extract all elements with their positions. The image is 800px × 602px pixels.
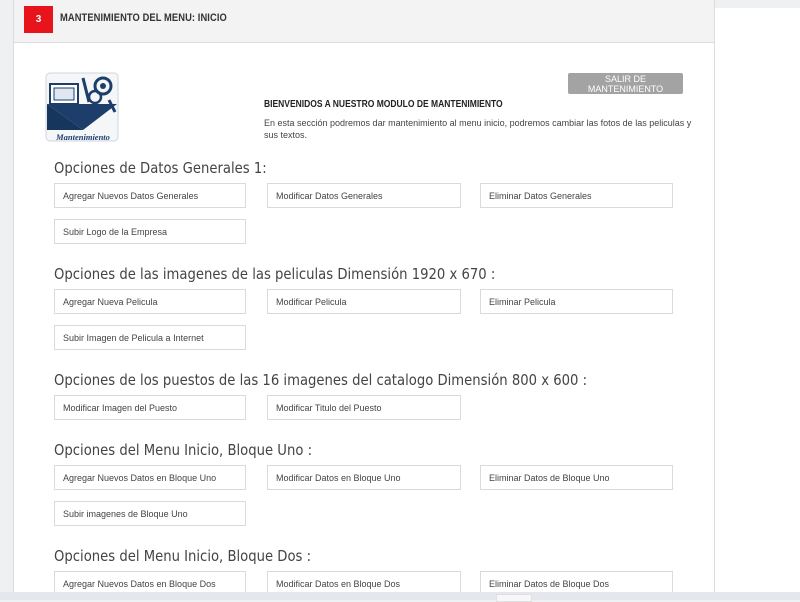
add-block-one-data-button[interactable]: Agregar Nuevos Datos en Bloque Uno	[54, 465, 246, 490]
add-general-data-button[interactable]: Agregar Nuevos Datos Generales	[54, 183, 246, 208]
upload-block-one-images-button[interactable]: Subir imagenes de Bloque Uno	[54, 501, 246, 526]
exit-maintenance-button[interactable]: SALIR DE MANTENIMIENTO	[568, 73, 683, 94]
section-title-bloque-dos: Opciones del Menu Inicio, Bloque Dos :	[54, 547, 312, 565]
logo-caption: Mantenimiento	[55, 132, 110, 142]
panel-header: 3 MANTENIMIENTO DEL MENU: INICIO	[14, 0, 714, 43]
section-title-peliculas: Opciones de las imagenes de las pelicula…	[54, 265, 496, 283]
maintenance-panel: 3 MANTENIMIENTO DEL MENU: INICIO Manteni…	[13, 0, 715, 600]
section-title-datos-generales: Opciones de Datos Generales 1:	[54, 159, 267, 177]
edit-general-data-button[interactable]: Modificar Datos Generales	[267, 183, 461, 208]
upload-company-logo-button[interactable]: Subir Logo de la Empresa	[54, 219, 246, 244]
delete-block-one-data-button[interactable]: Eliminar Datos de Bloque Uno	[480, 465, 673, 490]
welcome-text: En esta sección podremos dar mantenimien…	[264, 118, 692, 140]
step-badge: 3	[24, 6, 53, 33]
section-title-puestos: Opciones de los puestos de las 16 imagen…	[54, 371, 588, 389]
delete-movie-button[interactable]: Eliminar Pelicula	[480, 289, 673, 314]
edit-block-one-data-button[interactable]: Modificar Datos en Bloque Uno	[267, 465, 461, 490]
maintenance-tools-icon: Mantenimiento	[45, 72, 121, 144]
page-background-right	[714, 8, 800, 593]
edit-post-image-button[interactable]: Modificar Imagen del Puesto	[54, 395, 246, 420]
horizontal-scrollbar[interactable]	[0, 592, 800, 600]
delete-general-data-button[interactable]: Eliminar Datos Generales	[480, 183, 673, 208]
welcome-title: BIENVENIDOS A NUESTRO MODULO DE MANTENIM…	[264, 99, 503, 110]
upload-movie-image-button[interactable]: Subir Imagen de Pelicula a Internet	[54, 325, 246, 350]
section-title-bloque-uno: Opciones del Menu Inicio, Bloque Uno :	[54, 441, 313, 459]
add-movie-button[interactable]: Agregar Nueva Pelicula	[54, 289, 246, 314]
edit-post-title-button[interactable]: Modificar Titulo del Puesto	[267, 395, 461, 420]
edit-movie-button[interactable]: Modificar Pelicula	[267, 289, 461, 314]
scrollbar-thumb[interactable]	[496, 594, 532, 602]
panel-title: MANTENIMIENTO DEL MENU: INICIO	[60, 12, 227, 24]
